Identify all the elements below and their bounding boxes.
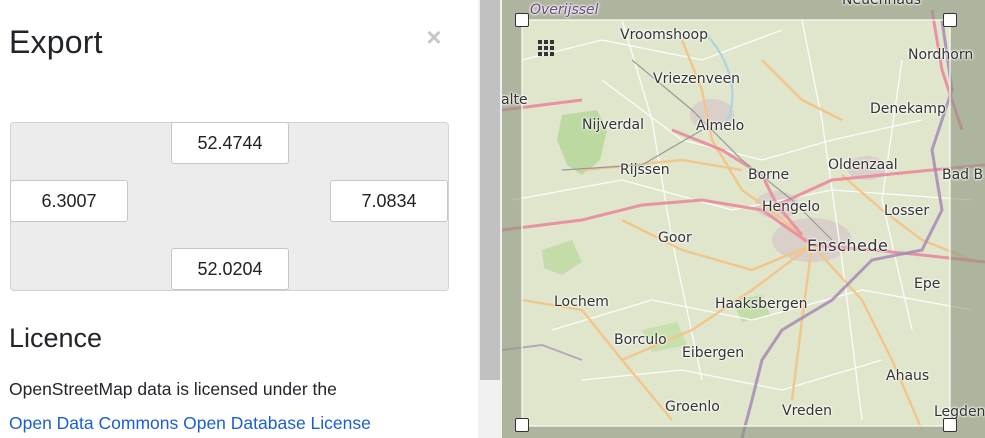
map-label-vreden: Vreden [782,403,833,419]
map-label-nordhorn: Nordhorn [908,47,974,63]
bbox-handle-bottom-right[interactable] [943,418,957,432]
licence-text: OpenStreetMap data is licensed under the [9,379,337,399]
map-label-losser: Losser [884,203,930,219]
close-button[interactable]: × [424,24,444,50]
odbl-link[interactable]: Open Data Commons Open Database License [9,413,371,434]
map-label-denekamp: Denekamp [870,101,946,117]
map-label-vroomshoop: Vroomshoop [620,27,708,43]
map-label-oldenzaal: Oldenzaal [828,157,898,173]
map-label-rijssen: Rijssen [620,162,670,178]
map-label-ahaus: Ahaus [886,368,930,384]
map-label-vriezenveen: Vriezenveen [653,71,741,87]
min-lat-input[interactable] [171,248,289,290]
page-title: Export [9,24,103,60]
bounding-box-panel [10,122,449,291]
map-label-legden: Legden [934,404,985,420]
map-label-overijssel: Overijssel [530,2,599,18]
map-label-borne: Borne [748,167,790,183]
map-label-almelo: Almelo [696,118,745,134]
map-label-enschede: Enschede [807,236,889,255]
scrollbar-thumb[interactable] [480,0,500,380]
sidebar-scrollbar[interactable] [478,0,502,438]
map-view[interactable]: Overijssel Neuenhaus Vroomshoop Nordhorn… [502,0,985,438]
bbox-handle-top-left[interactable] [515,13,529,27]
map-label-borculo: Borculo [614,332,667,348]
min-lon-input[interactable] [10,180,128,222]
map-label-eibergen: Eibergen [682,345,745,361]
map-label-epe: Epe [914,276,941,292]
map-label-goor: Goor [658,230,692,246]
map-label-aalte: alte [502,92,528,108]
map-label-lochem: Lochem [554,294,609,310]
bbox-handle-top-right[interactable] [943,13,957,27]
map-label-nijverdal: Nijverdal [582,117,645,133]
map-label-haaksbergen: Haaksbergen [715,296,808,312]
map-label-hengelo: Hengelo [762,199,820,215]
bbox-handle-bottom-left[interactable] [515,418,529,432]
licence-heading: Licence [9,323,103,353]
map-label-neuenhaus: Neuenhaus [842,0,922,8]
map-label-bad-bentheim: Bad B [942,167,984,183]
max-lat-input[interactable] [171,122,289,164]
max-lon-input[interactable] [330,180,448,222]
map-label-groenlo: Groenlo [665,399,720,415]
layers-grid-icon[interactable] [536,38,558,58]
export-sidebar: Export × Licence OpenStreetMap data is l… [0,0,478,438]
